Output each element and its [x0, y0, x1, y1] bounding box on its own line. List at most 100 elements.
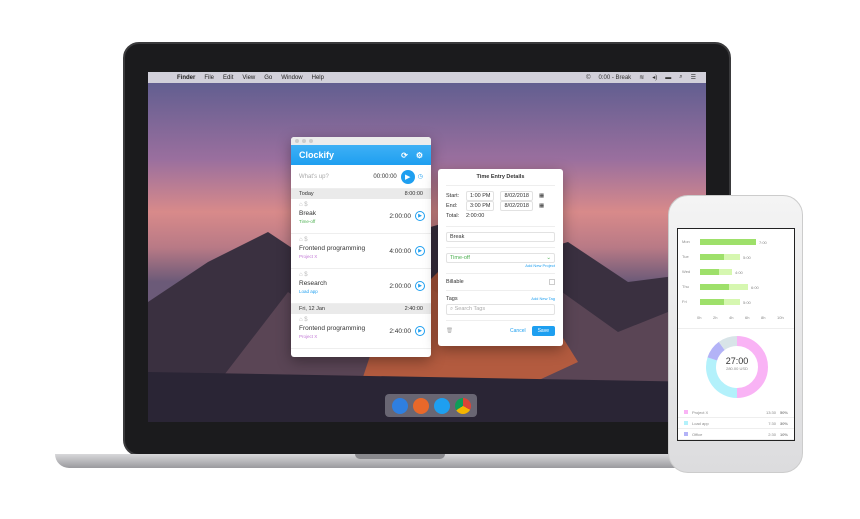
project-value: Time-off — [450, 255, 470, 261]
clockify-status-icon[interactable]: © — [586, 75, 590, 81]
battery-icon[interactable]: ▬ — [665, 75, 671, 81]
menu-edit[interactable]: Edit — [223, 75, 233, 81]
menu-bar-status: © 0:00 - Break ≋ ◂) ▬ ⌕ ☰ — [586, 72, 696, 83]
legend-time: 13:30 — [765, 409, 776, 415]
play-icon[interactable]: ▶ — [415, 211, 425, 221]
start-button[interactable]: ▶ — [400, 169, 415, 184]
time-entry[interactable]: ⌂ $ Break Time-off 2:00:00 ▶ — [291, 199, 431, 234]
end-label: End: — [446, 203, 458, 209]
close-button[interactable] — [295, 139, 299, 143]
volume-icon[interactable]: ◂) — [652, 74, 657, 81]
end-time-input[interactable]: 3:00 PM — [466, 201, 495, 211]
search-tags-input[interactable]: ⌕ Search Tags — [446, 304, 555, 315]
dock — [385, 394, 477, 417]
dollar-icon[interactable]: $ — [304, 202, 307, 208]
tag-icon[interactable]: ⌂ — [299, 317, 303, 323]
search-icon[interactable]: ⌕ — [679, 74, 682, 81]
dollar-icon[interactable]: $ — [304, 272, 307, 278]
search-tags-placeholder: Search Tags — [454, 306, 486, 312]
day-label: Fri, 12 Jan — [299, 306, 325, 312]
play-icon[interactable]: ▶ — [415, 246, 425, 256]
sync-icon[interactable]: ⟳ — [401, 151, 408, 160]
legend-name: Load app — [692, 420, 709, 426]
bar — [700, 299, 724, 305]
clockify-window: Clockify ⟳ ⚙ What's up? 00:00:00 ▶ ◷ Today… — [291, 137, 431, 357]
add-project-link[interactable]: Add New Project — [446, 263, 555, 268]
legend-swatch — [684, 410, 688, 414]
x-tick: 0h — [697, 315, 702, 320]
category-label: Mon — [682, 239, 690, 244]
list-icon[interactable]: ☰ — [691, 74, 696, 81]
legend-item: Load app 7:30 30% — [678, 418, 794, 429]
day-header: Today 8:00:00 — [291, 189, 431, 199]
bar — [700, 284, 729, 290]
time-entry[interactable]: ⌂ $ Frontend programming Project X 4:00:00 ▶ — [291, 234, 431, 269]
wifi-icon[interactable]: ≋ — [639, 74, 644, 81]
description-field[interactable]: Break — [446, 232, 555, 242]
donut-slice — [718, 336, 738, 351]
time-entry[interactable]: ⌂ $ Frontend programming Project X 2:40:00 ▶ — [291, 314, 431, 349]
entry-list: Today 8:00:00 ⌂ $ Break Time-off 2:00:00 ▶ ⌂ $ F… — [291, 189, 431, 349]
end-date-input[interactable]: 8/02/2018 — [500, 201, 533, 211]
value-label: 5:00 — [743, 255, 751, 260]
value-label: 5:00 — [743, 300, 751, 305]
description-input[interactable]: What's up? — [299, 174, 373, 180]
day-total: 2:40:00 — [404, 306, 423, 312]
legend-time: 7:30 — [768, 420, 776, 426]
legend-time: 2:30 — [768, 431, 776, 437]
start-date-input[interactable]: 8/02/2018 — [500, 191, 533, 201]
play-icon[interactable]: ▶ — [415, 326, 425, 336]
tag-icon[interactable]: ⌂ — [299, 237, 303, 243]
chrome-icon[interactable] — [454, 397, 471, 414]
legend-item: Project X 13:30 50% — [678, 407, 794, 418]
bar — [700, 269, 720, 275]
donut-total: 27:00 — [725, 356, 749, 366]
total-label: Total: — [446, 213, 460, 219]
menu-window[interactable]: Window — [281, 75, 302, 81]
billable-label: Billable — [446, 279, 464, 285]
bar — [700, 239, 756, 245]
time-entry[interactable]: ⌂ $ Research Load app 2:00:00 ▶ — [291, 269, 431, 304]
time-section: Start: 1:00 PM 8/02/2018 ▦ End: 3:00 PM 8/02/… — [446, 185, 555, 226]
tag-icon[interactable]: ⌂ — [299, 202, 303, 208]
dollar-icon[interactable]: $ — [304, 237, 307, 243]
gear-icon[interactable]: ⚙ — [416, 151, 423, 160]
project-select[interactable]: Time-off ⌄ — [446, 253, 555, 263]
calendar-icon[interactable]: ▦ — [539, 203, 544, 209]
minimize-button[interactable] — [302, 139, 306, 143]
clockify-icon[interactable] — [433, 397, 450, 414]
trash-icon[interactable]: 🗑 — [446, 328, 504, 334]
x-tick: 8h — [761, 315, 766, 320]
firefox-icon[interactable] — [412, 397, 429, 414]
bar-chart: Mon 7:00 Tue 5:00 Wed 4:00 Thu 6:00 Fri 5:00 0h 2h 4… — [678, 229, 794, 329]
billable-checkbox[interactable] — [549, 279, 555, 285]
legend-swatch — [684, 432, 688, 436]
tag-icon[interactable]: ⌂ — [299, 272, 303, 278]
details-title: Time Entry Details — [476, 174, 525, 180]
menu-file[interactable]: File — [204, 75, 214, 81]
day-header: Fri, 12 Jan 2:40:00 — [291, 304, 431, 314]
app-header: Clockify ⟳ ⚙ — [291, 145, 431, 165]
safari-icon[interactable] — [391, 397, 408, 414]
start-time-input[interactable]: 1:00 PM — [466, 191, 495, 201]
clock-icon[interactable]: ◷ — [418, 173, 423, 180]
cancel-button[interactable]: Cancel — [510, 328, 526, 334]
entry-duration: 2:40:00 — [389, 328, 411, 335]
menu-view[interactable]: View — [242, 75, 255, 81]
menu-go[interactable]: Go — [264, 75, 272, 81]
menu-finder[interactable]: Finder — [177, 75, 195, 81]
menu-help[interactable]: Help — [312, 75, 324, 81]
legend: Project X 13:30 50% Load app 7:30 30% Office 2:… — [678, 407, 794, 440]
value-label: 7:00 — [759, 240, 767, 245]
timer-display: 00:00:00 — [373, 173, 397, 180]
dollar-icon[interactable]: $ — [304, 317, 307, 323]
play-icon[interactable]: ▶ — [415, 281, 425, 291]
day-total: 8:00:00 — [404, 191, 423, 197]
add-tag-link[interactable]: Add New Tag — [531, 296, 555, 302]
timer-status[interactable]: 0:00 - Break — [599, 75, 632, 81]
x-tick: 2h — [713, 315, 718, 320]
category-label: Thu — [682, 284, 689, 289]
calendar-icon[interactable]: ▦ — [539, 193, 544, 199]
save-button[interactable]: Save — [531, 326, 555, 336]
zoom-button[interactable] — [309, 139, 313, 143]
